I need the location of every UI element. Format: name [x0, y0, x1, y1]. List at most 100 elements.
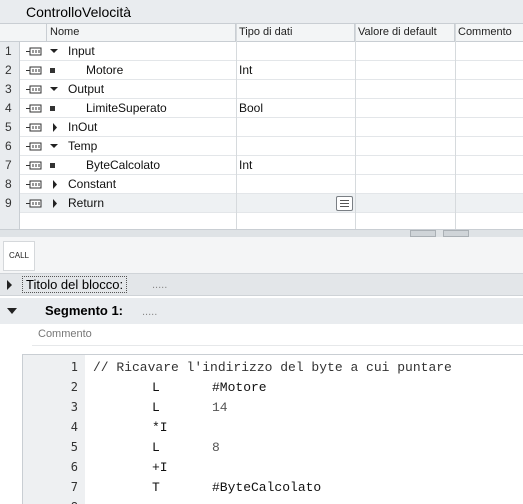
row-number: 5: [0, 118, 20, 137]
row-name: InOut: [68, 120, 98, 134]
column-divider: [355, 24, 356, 229]
row-number: 8: [0, 175, 20, 194]
interface-row-output[interactable]: 3 Output: [0, 80, 523, 99]
column-name[interactable]: Nome: [47, 24, 236, 42]
network-header[interactable]: Segmento 1: .....: [0, 298, 523, 324]
row-type: Int: [239, 63, 253, 77]
collapse-down-icon[interactable]: [6, 307, 18, 315]
network-comment-field[interactable]: Commento: [32, 324, 523, 346]
interface-param-icon: [20, 175, 46, 194]
call-button[interactable]: CALL: [3, 241, 35, 271]
splitter-bar[interactable]: [0, 229, 523, 241]
interface-param-icon: [20, 137, 46, 156]
block-title-label[interactable]: Titolo del blocco:: [22, 276, 128, 293]
operand: #ByteCalcolato: [212, 480, 322, 495]
interface-param-icon: [20, 61, 46, 80]
interface-param-icon: [20, 80, 46, 99]
line-number: 7: [70, 480, 78, 494]
operand: 8: [212, 440, 220, 455]
row-number: 6: [0, 137, 20, 156]
row-type: Int: [239, 158, 253, 172]
interface-row-motore[interactable]: 2 Motore Int: [0, 61, 523, 80]
code-line[interactable]: 4 *I: [0, 417, 523, 437]
row-number: 3: [0, 80, 20, 99]
block-title-section[interactable]: Titolo del blocco: .....: [0, 274, 523, 296]
instruction: L: [152, 380, 160, 395]
instruction: L: [152, 400, 160, 415]
header-spacer: [0, 24, 47, 42]
column-type[interactable]: Tipo di dati: [236, 24, 355, 42]
row-number: 4: [0, 99, 20, 118]
interface-row-return[interactable]: 9 Return: [0, 194, 523, 213]
code-line[interactable]: 6 +I: [0, 457, 523, 477]
interface-row-inout[interactable]: 5 InOut: [0, 118, 523, 137]
code-comment: // Ricavare l'indirizzo del byte a cui p…: [93, 360, 452, 375]
block-title-bar: ControlloVelocità: [0, 0, 523, 24]
block-title-placeholder[interactable]: .....: [152, 279, 167, 291]
interface-row-input[interactable]: 1 Input: [0, 42, 523, 61]
variable-bullet-icon: [50, 106, 55, 111]
interface-header: Nome Tipo di dati Valore di default Comm…: [0, 24, 523, 42]
instruction: T: [152, 480, 160, 495]
row-name: Input: [68, 44, 95, 58]
expand-right-icon[interactable]: [50, 118, 62, 137]
row-number: 2: [0, 61, 20, 80]
collapse-right-icon[interactable]: [6, 279, 14, 291]
code-line[interactable]: 1 // Ricavare l'indirizzo del byte a cui…: [0, 357, 523, 377]
instruction: *I: [152, 420, 168, 435]
expand-down-icon[interactable]: [49, 42, 61, 61]
row-number: 1: [0, 42, 20, 61]
line-number: 1: [70, 360, 78, 374]
instruction: +I: [152, 460, 168, 475]
interface-param-icon: [20, 194, 46, 213]
operand: 14: [212, 400, 228, 415]
interface-param-icon: [20, 118, 46, 137]
column-divider: [455, 24, 456, 229]
row-number: 7: [0, 156, 20, 175]
line-number: 2: [70, 380, 78, 394]
column-default[interactable]: Valore di default: [355, 24, 455, 42]
row-name: Constant: [68, 177, 117, 191]
interface-row-temp[interactable]: 6 Temp: [0, 137, 523, 156]
network-title: Segmento 1:: [45, 303, 124, 318]
column-comment[interactable]: Commento: [455, 24, 523, 42]
instruction-toolbar: CALL: [0, 237, 523, 274]
block-name: ControlloVelocità: [26, 4, 132, 20]
row-name: Motore: [86, 63, 124, 77]
line-number: 5: [70, 440, 78, 454]
interface-param-icon: [20, 42, 46, 61]
comment-placeholder: Commento: [38, 328, 92, 340]
row-name: Temp: [68, 139, 98, 153]
expand-down-icon[interactable]: [49, 80, 61, 99]
line-number: 6: [70, 460, 78, 474]
line-number: 4: [70, 420, 78, 434]
expand-right-icon[interactable]: [50, 194, 62, 213]
scroll-down-icon[interactable]: [443, 230, 469, 241]
code-line[interactable]: 2 L #Motore: [0, 377, 523, 397]
network-title-placeholder[interactable]: .....: [142, 306, 157, 318]
operand: #Motore: [212, 380, 267, 395]
expand-down-icon[interactable]: [49, 137, 61, 156]
line-number: 8: [48, 500, 78, 504]
interface-row-constant[interactable]: 8 Constant: [0, 175, 523, 194]
line-number: 3: [70, 400, 78, 414]
expand-right-icon[interactable]: [50, 175, 62, 194]
interface-row-bytecalcolato[interactable]: 7 ByteCalcolato Int: [0, 156, 523, 175]
row-name: Output: [68, 82, 105, 96]
row-number: 9: [0, 194, 20, 213]
row-name: ByteCalcolato: [86, 158, 161, 172]
interface-param-icon: [20, 156, 46, 175]
datatype-picker-button[interactable]: [336, 196, 353, 211]
interface-row-limitesuperato[interactable]: 4 LimiteSuperato Bool: [0, 99, 523, 118]
code-line[interactable]: 5 L 8: [0, 437, 523, 457]
code-line[interactable]: 7 T #ByteCalcolato: [0, 477, 523, 497]
row-name: LimiteSuperato: [86, 101, 167, 115]
code-line[interactable]: 8: [0, 497, 523, 504]
code-line[interactable]: 3 L 14: [0, 397, 523, 417]
interface-param-icon: [20, 99, 46, 118]
instruction: L: [152, 440, 160, 455]
variable-bullet-icon: [50, 68, 55, 73]
variable-bullet-icon: [50, 163, 55, 168]
scroll-up-icon[interactable]: [410, 230, 436, 241]
column-divider: [236, 24, 237, 229]
